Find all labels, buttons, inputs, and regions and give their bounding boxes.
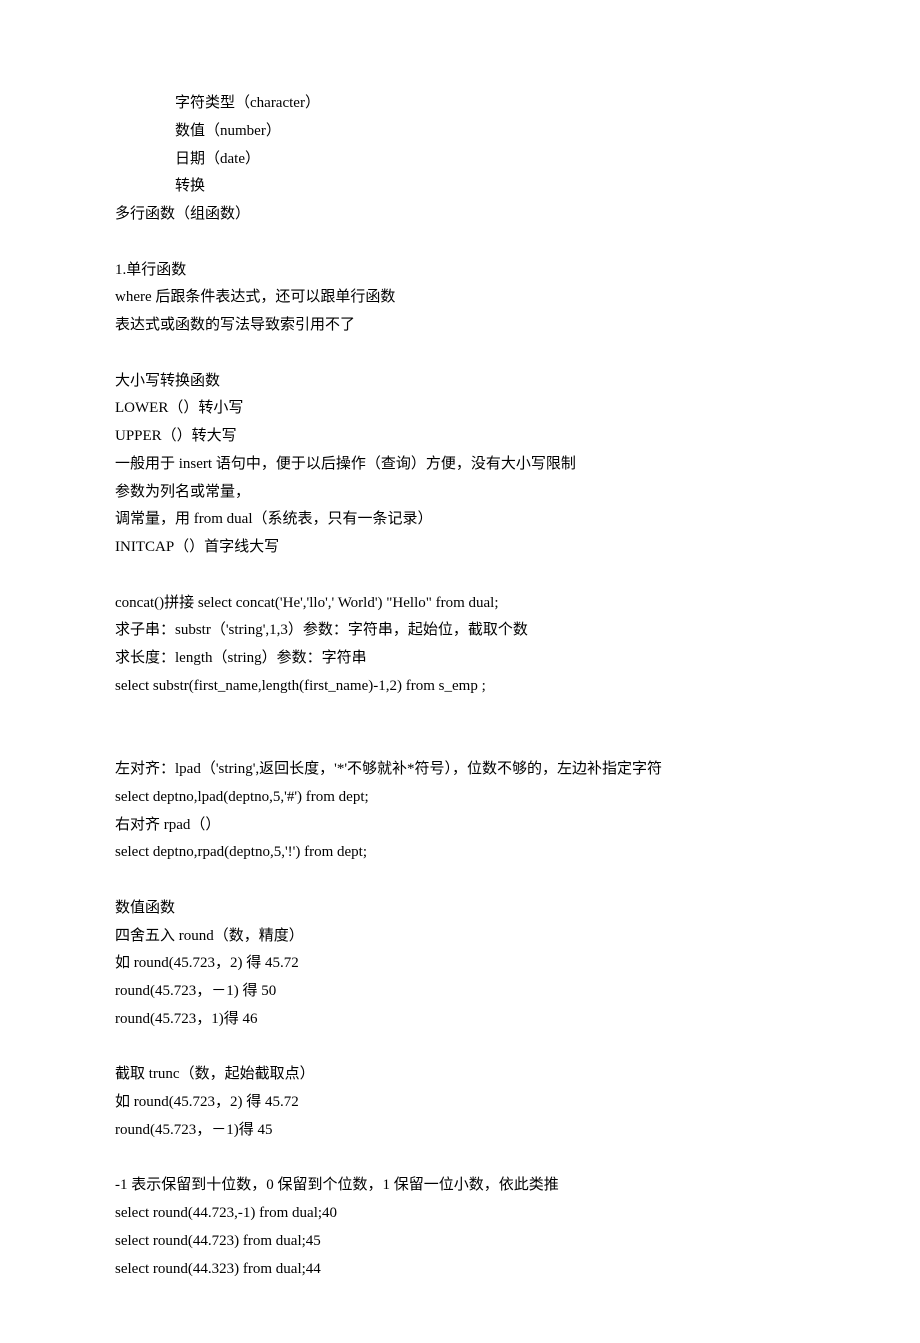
text-line: round(45.723，－1) 得 50 <box>115 978 805 1006</box>
text-line: 表达式或函数的写法导致索引用不了 <box>115 312 805 340</box>
text-line: 多行函数（组函数） <box>115 201 805 229</box>
text-line: 参数为列名或常量， <box>115 479 805 507</box>
text-line: concat()拼接 select concat('He','llo',' Wo… <box>115 590 805 618</box>
text-line: select round(44.723) from dual;45 <box>115 1228 805 1256</box>
text-line: 求长度：length（string）参数：字符串 <box>115 645 805 673</box>
blank-line <box>115 340 805 368</box>
text-line: select deptno,rpad(deptno,5,'!') from de… <box>115 839 805 867</box>
text-line: 求子串：substr（'string',1,3）参数：字符串，起始位，截取个数 <box>115 617 805 645</box>
text-line: round(45.723，－1)得 45 <box>115 1117 805 1145</box>
text-line: round(45.723，1)得 46 <box>115 1006 805 1034</box>
text-line: LOWER（）转小写 <box>115 395 805 423</box>
text-line: -1 表示保留到十位数，0 保留到个位数，1 保留一位小数，依此类推 <box>115 1172 805 1200</box>
blank-line <box>115 1034 805 1062</box>
text-line: 右对齐 rpad（） <box>115 812 805 840</box>
blank-line <box>115 1145 805 1173</box>
text-line: select substr(first_name,length(first_na… <box>115 673 805 701</box>
text-line: where 后跟条件表达式，还可以跟单行函数 <box>115 284 805 312</box>
blank-line <box>115 701 805 729</box>
text-line: 日期（date） <box>115 146 805 174</box>
text-line: select round(44.323) from dual;44 <box>115 1256 805 1284</box>
text-line: 数值函数 <box>115 895 805 923</box>
text-line: 一般用于 insert 语句中，便于以后操作（查询）方便，没有大小写限制 <box>115 451 805 479</box>
text-line: select round(44.723,-1) from dual;40 <box>115 1200 805 1228</box>
text-line: 如 round(45.723，2) 得 45.72 <box>115 1089 805 1117</box>
blank-line <box>115 867 805 895</box>
text-line: select deptno,lpad(deptno,5,'#') from de… <box>115 784 805 812</box>
text-line: 调常量，用 from dual（系统表，只有一条记录） <box>115 506 805 534</box>
text-line: 如 round(45.723，2) 得 45.72 <box>115 950 805 978</box>
text-line: 转换 <box>115 173 805 201</box>
text-line: 四舍五入 round（数，精度） <box>115 923 805 951</box>
blank-line <box>115 562 805 590</box>
text-line: UPPER（）转大写 <box>115 423 805 451</box>
text-line: 字符类型（character） <box>115 90 805 118</box>
text-line: 截取 trunc（数，起始截取点） <box>115 1061 805 1089</box>
blank-line <box>115 728 805 756</box>
text-line: 1.单行函数 <box>115 257 805 285</box>
blank-line <box>115 229 805 257</box>
text-line: 大小写转换函数 <box>115 368 805 396</box>
text-line: INITCAP（）首字线大写 <box>115 534 805 562</box>
text-line: 左对齐：lpad（'string',返回长度，'*'不够就补*符号），位数不够的… <box>115 756 805 784</box>
text-line: 数值（number） <box>115 118 805 146</box>
